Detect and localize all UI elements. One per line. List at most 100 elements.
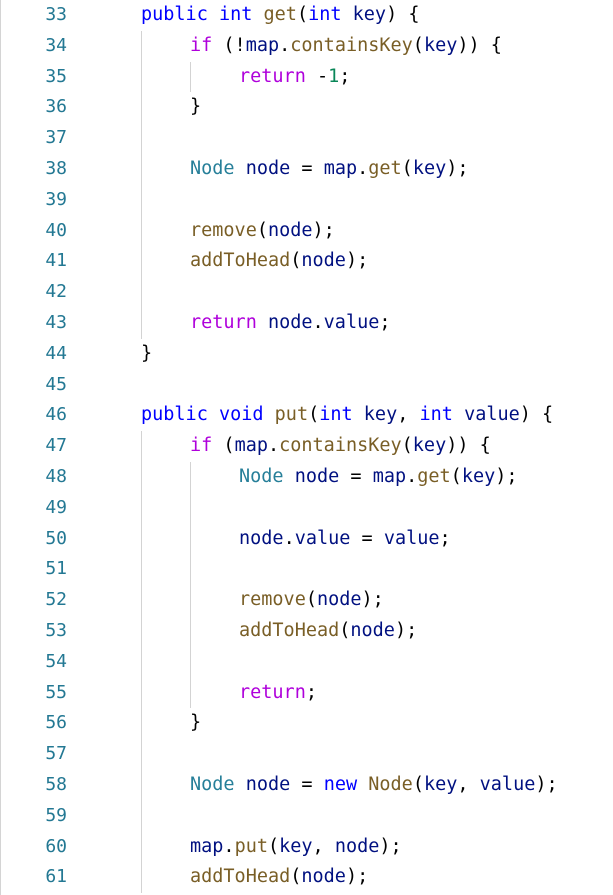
code-line[interactable]: 41 addToHead(node);: [0, 246, 613, 277]
code-token: node: [301, 250, 346, 272]
code-token: Node: [190, 774, 235, 795]
code-token: ;: [379, 312, 391, 333]
code-line[interactable]: 49: [0, 493, 613, 524]
code-line[interactable]: 38 Node node = map.get(key);: [0, 154, 613, 185]
code-token: -: [305, 65, 329, 87]
code-token: =: [350, 527, 384, 549]
code-line[interactable]: 40 remove(node);: [0, 216, 613, 247]
code-line[interactable]: 50 node.value = value;: [0, 524, 613, 555]
line-number: 40: [45, 219, 67, 241]
line-number: 43: [45, 312, 67, 333]
code-token: ,: [457, 774, 480, 795]
line-number: 34: [45, 34, 67, 56]
code-token: .: [279, 34, 291, 56]
code-token: key: [412, 158, 447, 179]
code-token: Node: [190, 158, 235, 179]
code-line[interactable]: 34 if (!map.containsKey(key)) {: [0, 31, 613, 62]
code-token: )) {: [446, 435, 491, 457]
code-line[interactable]: 46 public void put(int key, int value) {: [0, 400, 613, 431]
code-token: map: [234, 435, 268, 457]
line-number: 36: [45, 96, 67, 118]
code-line[interactable]: 60 map.put(key, node);: [0, 832, 613, 863]
code-token: ;: [305, 681, 317, 703]
code-token: (: [450, 466, 462, 487]
line-number: 59: [45, 804, 67, 826]
code-line[interactable]: 42: [0, 277, 613, 308]
code-token: (: [290, 250, 302, 272]
code-text: remove(node);: [190, 216, 335, 247]
line-number: 35: [45, 65, 67, 87]
code-token: node: [334, 835, 380, 857]
code-token: key: [423, 774, 458, 795]
line-number: 54: [45, 650, 67, 672]
code-token: node: [245, 774, 291, 795]
code-line[interactable]: 56}: [0, 708, 613, 739]
code-token: if: [190, 34, 213, 56]
code-line[interactable]: 57: [0, 739, 613, 770]
code-token: );: [394, 620, 418, 641]
code-line[interactable]: 54: [0, 647, 613, 678]
code-token: void: [218, 404, 264, 426]
code-line[interactable]: 51: [0, 554, 613, 585]
line-number: 48: [45, 466, 67, 487]
indent-guide: [190, 462, 191, 709]
code-token: remove: [190, 219, 257, 241]
code-token: );: [495, 466, 518, 487]
code-line[interactable]: 52 remove(node);: [0, 585, 613, 616]
code-token: .: [223, 835, 235, 857]
code-line[interactable]: 61 addToHead(node);: [0, 862, 613, 893]
code-token: key: [461, 466, 496, 487]
code-token: addToHead: [239, 620, 340, 641]
code-token: remove: [239, 589, 306, 611]
line-number: 51: [45, 558, 67, 580]
code-token: ;: [439, 527, 451, 549]
code-line[interactable]: 39: [0, 185, 613, 216]
code-line[interactable]: 55 return;: [0, 678, 613, 709]
code-token: ) {: [519, 404, 554, 426]
code-line[interactable]: 59: [0, 801, 613, 832]
code-text: Node node = map.get(key);: [190, 154, 469, 185]
code-line[interactable]: 35 return -1;: [0, 62, 613, 93]
code-text: remove(node);: [239, 585, 384, 616]
code-line[interactable]: 48 Node node = map.get(key);: [0, 462, 613, 493]
code-editor[interactable]: 33 public int get(int key) {34 if (!map.co…: [0, 0, 613, 895]
code-token: key: [352, 4, 387, 25]
line-number: 60: [45, 835, 67, 857]
code-token: node: [245, 158, 291, 179]
code-token: );: [312, 219, 335, 241]
code-line[interactable]: 45: [0, 370, 613, 401]
code-token: value: [323, 312, 380, 333]
code-token: (: [256, 219, 268, 241]
code-line[interactable]: 33 public int get(int key) {: [0, 0, 613, 31]
code-line[interactable]: 53 addToHead(node);: [0, 616, 613, 647]
code-line[interactable]: 58 Node node = new Node(key, value);: [0, 770, 613, 801]
code-token: return: [190, 312, 257, 333]
code-token: (: [308, 404, 320, 426]
code-token: addToHead: [190, 250, 291, 272]
code-text: node.value = value;: [239, 524, 451, 555]
code-line[interactable]: 47 if (map.containsKey(key)) {: [0, 431, 613, 462]
code-token: int: [419, 404, 453, 426]
code-line[interactable]: 37: [0, 123, 613, 154]
code-token: =: [290, 158, 324, 179]
line-number: 46: [45, 404, 67, 426]
code-token: .: [357, 158, 369, 179]
code-line[interactable]: 43 return node.value;: [0, 308, 613, 339]
indent-guide: [141, 30, 142, 339]
code-token: (: [290, 866, 302, 888]
line-number: 39: [45, 188, 67, 210]
code-token: (: [296, 4, 309, 25]
code-token: );: [379, 835, 402, 857]
line-number: 38: [45, 158, 67, 179]
code-token: .: [312, 312, 324, 333]
line-number: 44: [45, 342, 67, 364]
code-line[interactable]: 44}: [0, 339, 613, 370]
code-line[interactable]: 36}: [0, 92, 613, 123]
code-token: map: [190, 835, 224, 857]
code-text: return;: [239, 678, 317, 709]
